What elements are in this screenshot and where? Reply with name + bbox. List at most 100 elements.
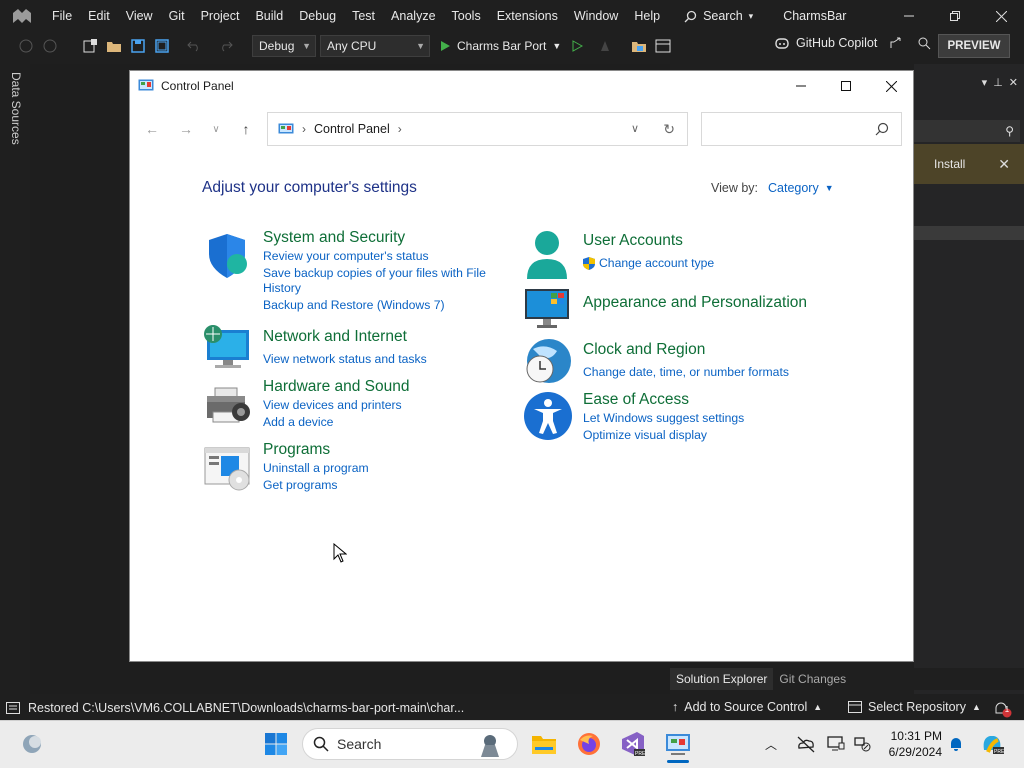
tab-git-changes[interactable]: Git Changes xyxy=(773,668,852,690)
back-button[interactable]: ← xyxy=(142,119,162,139)
link-add-device[interactable]: Add a device xyxy=(263,415,333,430)
notifications-bell-icon[interactable]: 1 xyxy=(992,700,1014,718)
close-icon[interactable]: ✕ xyxy=(1009,76,1018,89)
github-copilot-button[interactable]: GitHub Copilot xyxy=(774,36,931,50)
onedrive-offline-icon[interactable] xyxy=(796,734,816,754)
link-windows-suggest[interactable]: Let Windows suggest settings xyxy=(583,411,744,426)
dropdown-arrow-icon[interactable]: ▾ xyxy=(982,76,988,89)
clock-globe-icon[interactable] xyxy=(523,337,571,385)
link-uninstall-program[interactable]: Uninstall a program xyxy=(263,461,369,476)
select-repository-button[interactable]: Select Repository ▲ xyxy=(848,700,981,714)
forward-nav-icon[interactable] xyxy=(40,36,60,56)
link-change-date-time[interactable]: Change date, time, or number formats xyxy=(583,365,789,380)
monitor-icon[interactable] xyxy=(523,287,571,335)
right-panel-selected-row[interactable] xyxy=(914,226,1024,240)
category-system-security[interactable]: System and Security xyxy=(263,229,405,247)
category-ease-of-access[interactable]: Ease of Access xyxy=(583,391,689,409)
vs-search-button[interactable]: Search ▾ xyxy=(684,9,753,23)
printer-icon[interactable] xyxy=(203,382,251,430)
menu-analyze[interactable]: Analyze xyxy=(383,0,443,32)
recent-locations-button[interactable]: ∨ xyxy=(206,119,226,139)
view-by-dropdown[interactable]: Category ▼ xyxy=(768,181,834,195)
link-backup-restore[interactable]: Backup and Restore (Windows 7) xyxy=(263,298,445,313)
redo-icon[interactable] xyxy=(216,36,236,56)
category-programs[interactable]: Programs xyxy=(263,441,330,459)
category-hardware-sound[interactable]: Hardware and Sound xyxy=(263,378,410,396)
new-project-icon[interactable] xyxy=(80,36,100,56)
category-user-accounts[interactable]: User Accounts xyxy=(583,232,683,250)
platform-dropdown[interactable]: Any CPU ▼ xyxy=(320,35,430,57)
run-button[interactable]: Charms Bar Port ▼ xyxy=(440,39,561,53)
link-optimize-display[interactable]: Optimize visual display xyxy=(583,428,707,443)
breadcrumb-separator-icon[interactable]: › xyxy=(398,122,402,136)
link-change-account-type[interactable]: Change account type xyxy=(599,256,714,271)
category-network-internet[interactable]: Network and Internet xyxy=(263,328,407,346)
restore-button[interactable] xyxy=(932,0,978,32)
breadcrumb-separator-icon[interactable]: › xyxy=(302,122,306,136)
back-nav-icon[interactable] xyxy=(16,36,36,56)
address-history-chevron-icon[interactable]: ∨ xyxy=(631,122,639,135)
add-to-source-control-button[interactable]: ↑ Add to Source Control ▲ xyxy=(672,700,822,714)
close-icon[interactable]: ✕ xyxy=(998,156,1010,173)
menu-view[interactable]: View xyxy=(118,0,161,32)
menu-extensions[interactable]: Extensions xyxy=(489,0,566,32)
user-icon[interactable] xyxy=(523,229,571,279)
link-review-status[interactable]: Review your computer's status xyxy=(263,249,429,264)
menu-tools[interactable]: Tools xyxy=(444,0,489,32)
solution-folder-icon[interactable] xyxy=(629,36,649,56)
copilot-tray-icon[interactable]: PRE xyxy=(980,732,1005,756)
menu-file[interactable]: File xyxy=(44,0,80,32)
category-appearance-personalization[interactable]: Appearance and Personalization xyxy=(583,294,807,312)
weather-widget-icon[interactable] xyxy=(20,732,44,756)
menu-edit[interactable]: Edit xyxy=(80,0,118,32)
link-save-backup[interactable]: Save backup copies of your files with Fi… xyxy=(263,266,486,281)
network-icon[interactable] xyxy=(203,324,251,372)
display-icon[interactable] xyxy=(826,734,846,754)
link-get-programs[interactable]: Get programs xyxy=(263,478,338,493)
hot-reload-icon[interactable] xyxy=(595,36,615,56)
cp-close-button[interactable] xyxy=(868,71,914,101)
menu-debug[interactable]: Debug xyxy=(291,0,344,32)
category-clock-region[interactable]: Clock and Region xyxy=(583,341,705,359)
programs-icon[interactable] xyxy=(203,444,251,492)
up-button[interactable]: ↑ xyxy=(236,119,256,139)
breadcrumb[interactable]: Control Panel xyxy=(314,122,390,136)
file-explorer-app-icon[interactable] xyxy=(530,730,558,758)
preview-button[interactable]: PREVIEW xyxy=(938,34,1010,58)
layout-icon[interactable] xyxy=(653,36,673,56)
menu-window[interactable]: Window xyxy=(566,0,626,32)
close-button[interactable] xyxy=(978,0,1024,32)
address-bar[interactable]: › Control Panel › ∨ ↻ xyxy=(267,112,688,146)
visual-studio-logo-icon[interactable] xyxy=(0,0,44,32)
minimize-button[interactable] xyxy=(886,0,932,32)
notification-center-bell-icon[interactable] xyxy=(948,736,964,752)
right-panel-search[interactable]: ⚲ xyxy=(914,120,1020,142)
firefox-app-icon[interactable] xyxy=(575,730,603,758)
forward-button[interactable]: → xyxy=(176,119,196,139)
tab-solution-explorer[interactable]: Solution Explorer xyxy=(670,668,774,690)
shield-icon[interactable] xyxy=(203,232,251,280)
save-icon[interactable] xyxy=(128,36,148,56)
config-dropdown[interactable]: Debug ▼ xyxy=(252,35,316,57)
link-devices-printers[interactable]: View devices and printers xyxy=(263,398,402,413)
network-status-icon[interactable] xyxy=(852,734,872,754)
accessibility-icon[interactable] xyxy=(523,391,572,440)
link-save-backup-history[interactable]: History xyxy=(263,281,301,296)
undo-icon[interactable] xyxy=(184,36,204,56)
cp-maximize-button[interactable] xyxy=(823,71,869,101)
pin-icon[interactable]: ⊥ xyxy=(993,76,1003,89)
start-button[interactable] xyxy=(264,732,288,756)
save-all-icon[interactable] xyxy=(152,36,172,56)
cp-minimize-button[interactable] xyxy=(778,71,824,101)
menu-help[interactable]: Help xyxy=(626,0,668,32)
link-network-status[interactable]: View network status and tasks xyxy=(263,352,427,367)
open-folder-icon[interactable] xyxy=(104,36,124,56)
visual-studio-app-icon[interactable]: PRE xyxy=(619,730,647,758)
control-panel-app-icon[interactable] xyxy=(664,730,692,763)
menu-project[interactable]: Project xyxy=(193,0,248,32)
data-sources-tab[interactable]: Data Sources xyxy=(9,72,23,145)
menu-git[interactable]: Git xyxy=(161,0,193,32)
control-panel-search-input[interactable] xyxy=(701,112,902,146)
refresh-icon[interactable]: ↻ xyxy=(663,121,675,138)
install-link[interactable]: Install xyxy=(934,157,965,171)
